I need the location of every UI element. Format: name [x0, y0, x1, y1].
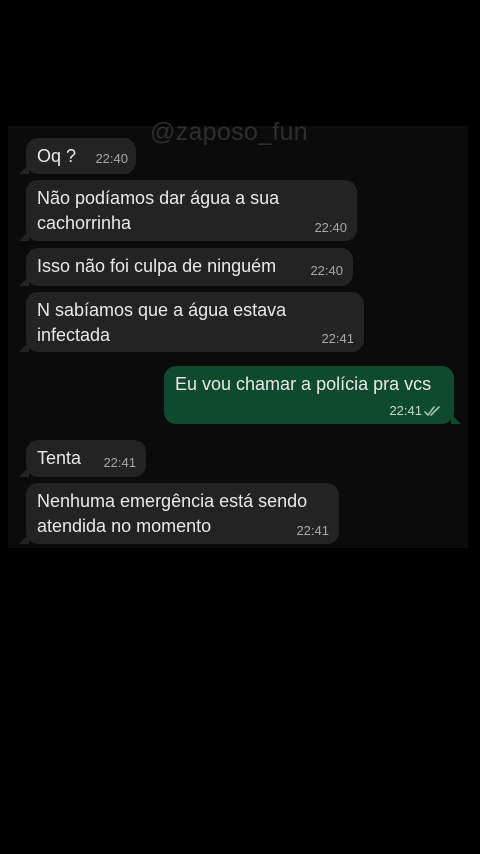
message-bubble-incoming[interactable]: Não podíamos dar água a sua cachorrinha …	[19, 180, 357, 241]
bubble-tail	[19, 231, 29, 241]
message-bubble-outgoing[interactable]: Eu vou chamar a polícia pra vcs 22:41	[164, 366, 461, 424]
message-text: Nenhuma emergência está sendo atendida n…	[37, 491, 308, 536]
bubble-tail	[19, 467, 29, 477]
message-bubble-incoming[interactable]: Tenta 22:41	[19, 440, 146, 477]
bubble-tail	[19, 164, 29, 174]
message-time: 22:41	[103, 455, 136, 470]
message-text: Eu vou chamar a polícia pra vcs	[175, 374, 432, 394]
message-bubble-incoming[interactable]: N sabíamos que a água estava infectada 2…	[19, 292, 364, 352]
message-text: Oq ?	[37, 146, 77, 166]
message-text: N sabíamos que a água estava infectada	[37, 300, 287, 345]
bubble-tail	[19, 276, 29, 286]
message-time: 22:40	[95, 151, 128, 166]
message-time: 22:40	[310, 263, 343, 278]
bubble-tail	[19, 342, 29, 352]
message-text: Isso não foi culpa de ninguém	[37, 256, 277, 276]
message-bubble-incoming[interactable]: Isso não foi culpa de ninguém 22:40	[19, 248, 353, 286]
message-text: Tenta	[37, 448, 82, 468]
bubble-tail	[19, 534, 29, 544]
message-bubble-incoming[interactable]: Oq ? 22:40	[19, 138, 136, 174]
screen: @zaposo_fun Oq ? 22:40 Não podíamos dar …	[0, 0, 480, 854]
message-time: 22:41	[296, 523, 329, 538]
message-time: 22:41	[389, 403, 422, 418]
message-bubble-incoming[interactable]: Nenhuma emergência está sendo atendida n…	[19, 483, 339, 544]
double-check-read-icon	[424, 406, 440, 416]
message-text: Não podíamos dar água a sua cachorrinha	[37, 188, 280, 233]
watermark: @zaposo_fun	[150, 118, 308, 146]
message-time: 22:41	[321, 331, 354, 346]
message-time: 22:40	[314, 220, 347, 235]
bubble-tail	[451, 414, 461, 424]
